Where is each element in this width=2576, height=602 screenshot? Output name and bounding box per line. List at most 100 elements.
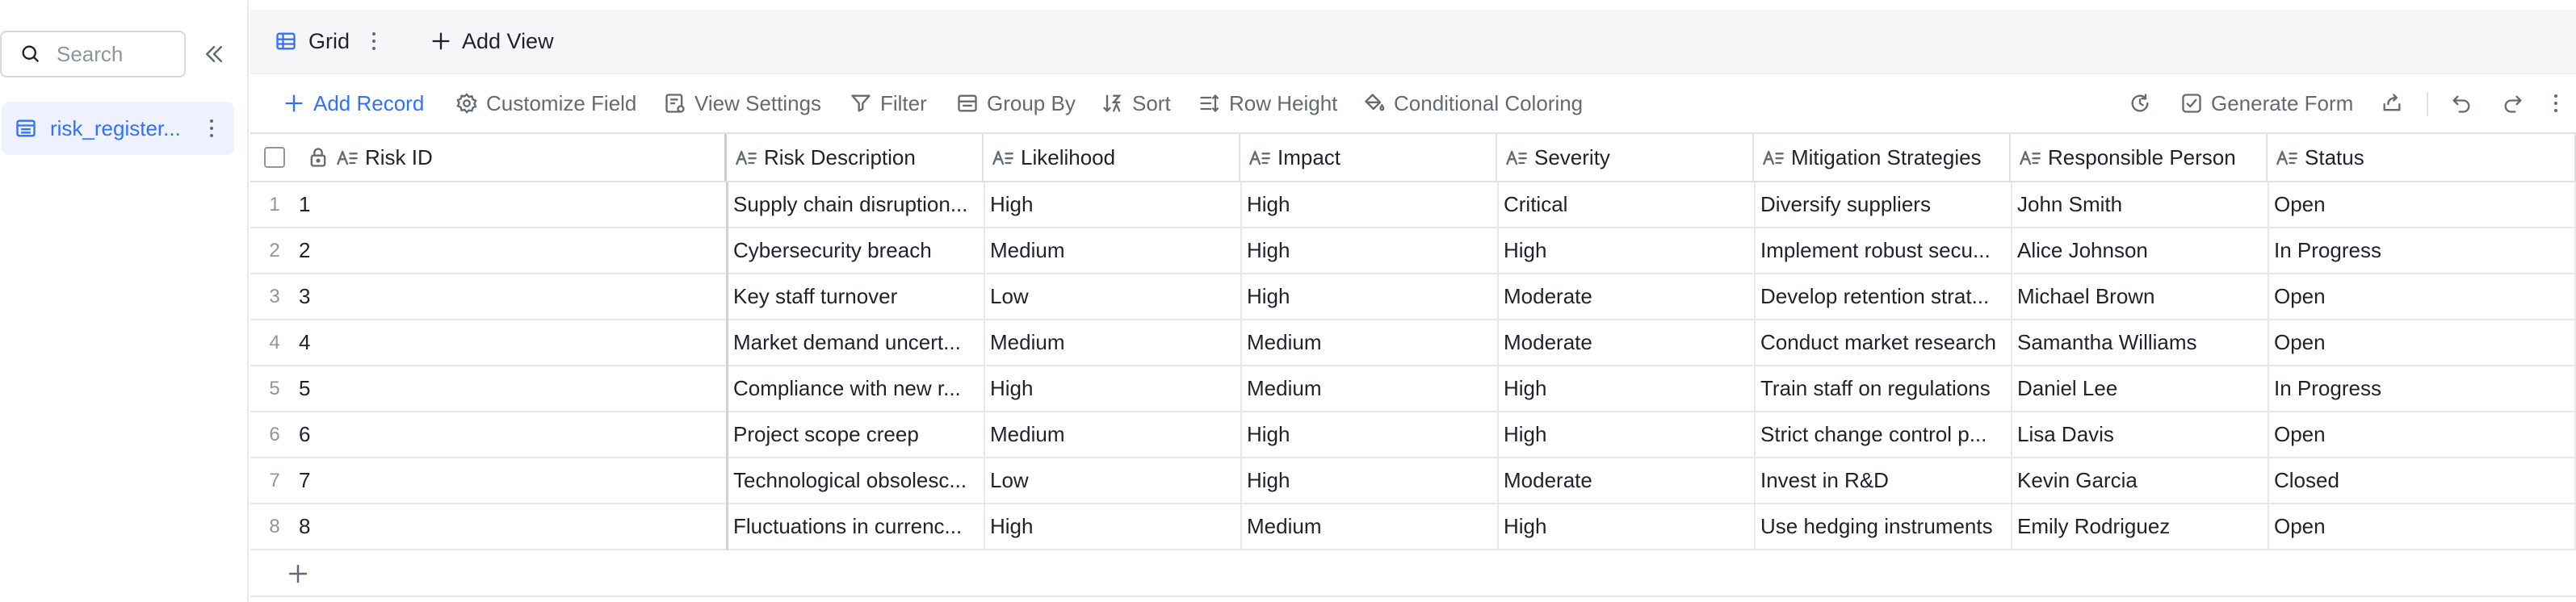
conditional-coloring-button[interactable]: Conditional Coloring <box>1363 87 1583 119</box>
cell-impact[interactable]: High <box>1247 458 1491 503</box>
column-header-severity[interactable]: Severity <box>1497 134 1754 181</box>
column-header-mitigation-strategies[interactable]: Mitigation Strategies <box>1754 134 2011 181</box>
cell-mitigation-strategies[interactable]: Conduct market research <box>1760 320 2004 365</box>
search-input[interactable] <box>57 41 178 67</box>
table-row[interactable]: 5 5 Compliance with new r... High Medium High… <box>250 366 2576 412</box>
cell-mitigation-strategies[interactable]: Develop retention strat... <box>1760 274 2004 319</box>
generate-form-button[interactable]: Generate Form <box>2180 87 2353 119</box>
cell-risk-id[interactable]: 1 <box>299 182 714 227</box>
cell-impact[interactable]: Medium <box>1247 320 1491 365</box>
customize-field-button[interactable]: Customize Field <box>455 87 636 119</box>
cell-status[interactable]: Open <box>2274 274 2570 319</box>
undo-button[interactable] <box>2445 87 2477 119</box>
group-by-button[interactable]: Group By <box>956 87 1076 119</box>
cell-status[interactable]: Open <box>2274 412 2570 457</box>
cell-impact[interactable]: High <box>1247 182 1491 227</box>
cell-mitigation-strategies[interactable]: Diversify suppliers <box>1760 182 2004 227</box>
cell-likelihood[interactable]: Medium <box>990 228 1234 273</box>
table-row[interactable]: 8 8 Fluctuations in currenc... High Medium Hi… <box>250 504 2576 550</box>
cell-status[interactable]: Open <box>2274 504 2570 549</box>
select-all-cell[interactable] <box>250 134 299 181</box>
cell-mitigation-strategies[interactable]: Implement robust secu... <box>1760 228 2004 273</box>
cell-responsible-person[interactable]: Emily Rodriguez <box>2017 504 2261 549</box>
cell-likelihood[interactable]: High <box>990 366 1234 411</box>
cell-risk-id[interactable]: 7 <box>299 458 714 503</box>
collapse-sidebar-button[interactable] <box>200 40 228 68</box>
column-header-risk-description[interactable]: Risk Description <box>727 134 984 181</box>
cell-impact[interactable]: High <box>1247 274 1491 319</box>
cell-status[interactable]: Closed <box>2274 458 2570 503</box>
cell-risk-id[interactable]: 5 <box>299 366 714 411</box>
cell-likelihood[interactable]: Low <box>990 274 1234 319</box>
cell-impact[interactable]: Medium <box>1247 366 1491 411</box>
more-options-icon[interactable] <box>203 115 220 142</box>
cell-mitigation-strategies[interactable]: Invest in R&D <box>1760 458 2004 503</box>
cell-responsible-person[interactable]: Alice Johnson <box>2017 228 2261 273</box>
table-row[interactable]: 3 3 Key staff turnover Low High Moderate Devel… <box>250 274 2576 320</box>
cell-status[interactable]: Open <box>2274 320 2570 365</box>
column-header-impact[interactable]: Impact <box>1240 134 1497 181</box>
column-header-responsible-person[interactable]: Responsible Person <box>2011 134 2268 181</box>
tab-grid[interactable]: Grid <box>275 24 382 58</box>
cell-risk-id[interactable]: 3 <box>299 274 714 319</box>
cell-risk-id[interactable]: 4 <box>299 320 714 365</box>
redo-button[interactable] <box>2497 87 2529 119</box>
table-row[interactable]: 7 7 Technological obsolesc... Low High Modera… <box>250 458 2576 504</box>
cell-risk-description[interactable]: Project scope creep <box>733 412 977 457</box>
cell-impact[interactable]: High <box>1247 412 1491 457</box>
cell-risk-description[interactable]: Cybersecurity breach <box>733 228 977 273</box>
cell-likelihood[interactable]: Medium <box>990 412 1234 457</box>
view-settings-button[interactable]: View Settings <box>664 87 821 119</box>
cell-severity[interactable]: Critical <box>1504 182 1747 227</box>
cell-severity[interactable]: Moderate <box>1504 320 1747 365</box>
cell-risk-description[interactable]: Fluctuations in currenc... <box>733 504 977 549</box>
add-record-button[interactable]: Add Record <box>283 87 424 119</box>
sidebar-search[interactable] <box>0 31 186 77</box>
column-header-risk-id[interactable]: Risk ID <box>299 134 727 181</box>
share-button[interactable] <box>2376 87 2408 119</box>
cell-responsible-person[interactable]: Daniel Lee <box>2017 366 2261 411</box>
cell-severity[interactable]: High <box>1504 504 1747 549</box>
cell-risk-description[interactable]: Technological obsolesc... <box>733 458 977 503</box>
cell-likelihood[interactable]: High <box>990 504 1234 549</box>
table-row[interactable]: 6 6 Project scope creep Medium High High Stric… <box>250 412 2576 458</box>
cell-responsible-person[interactable]: John Smith <box>2017 182 2261 227</box>
cell-responsible-person[interactable]: Lisa Davis <box>2017 412 2261 457</box>
column-header-status[interactable]: Status <box>2268 134 2576 181</box>
tab-more-icon[interactable] <box>366 27 382 55</box>
cell-mitigation-strategies[interactable]: Train staff on regulations <box>1760 366 2004 411</box>
cell-risk-description[interactable]: Key staff turnover <box>733 274 977 319</box>
cell-likelihood[interactable]: High <box>990 182 1234 227</box>
sidebar-item-risk-register[interactable]: risk_register... <box>2 102 234 155</box>
cell-severity[interactable]: Moderate <box>1504 458 1747 503</box>
cell-mitigation-strategies[interactable]: Use hedging instruments <box>1760 504 2004 549</box>
cell-responsible-person[interactable]: Samantha Williams <box>2017 320 2261 365</box>
cell-risk-id[interactable]: 8 <box>299 504 714 549</box>
table-row[interactable]: 4 4 Market demand uncert... Medium Medium Mod… <box>250 320 2576 366</box>
column-header-likelihood[interactable]: Likelihood <box>984 134 1240 181</box>
select-all-checkbox[interactable] <box>264 147 285 168</box>
cell-severity[interactable]: High <box>1504 412 1747 457</box>
cell-impact[interactable]: High <box>1247 228 1491 273</box>
sort-button[interactable]: Sort <box>1101 87 1171 119</box>
cell-risk-description[interactable]: Market demand uncert... <box>733 320 977 365</box>
cell-likelihood[interactable]: Medium <box>990 320 1234 365</box>
cell-risk-id[interactable]: 6 <box>299 412 714 457</box>
add-row-button[interactable] <box>250 550 2576 597</box>
cell-responsible-person[interactable]: Kevin Garcia <box>2017 458 2261 503</box>
cell-likelihood[interactable]: Low <box>990 458 1234 503</box>
cell-severity[interactable]: Moderate <box>1504 274 1747 319</box>
table-row[interactable]: 2 2 Cybersecurity breach Medium High High Impl… <box>250 228 2576 274</box>
cell-mitigation-strategies[interactable]: Strict change control p... <box>1760 412 2004 457</box>
history-button[interactable] <box>2124 87 2156 119</box>
cell-status[interactable]: Open <box>2274 182 2570 227</box>
toolbar-more-button[interactable] <box>2544 87 2568 119</box>
table-row[interactable]: 1 1 Supply chain disruption... High High Crit… <box>250 182 2576 228</box>
cell-risk-id[interactable]: 2 <box>299 228 714 273</box>
row-height-button[interactable]: Row Height <box>1198 87 1337 119</box>
add-view-button[interactable]: Add View <box>430 24 554 58</box>
filter-button[interactable]: Filter <box>850 87 927 119</box>
cell-severity[interactable]: High <box>1504 228 1747 273</box>
cell-responsible-person[interactable]: Michael Brown <box>2017 274 2261 319</box>
cell-risk-description[interactable]: Supply chain disruption... <box>733 182 977 227</box>
